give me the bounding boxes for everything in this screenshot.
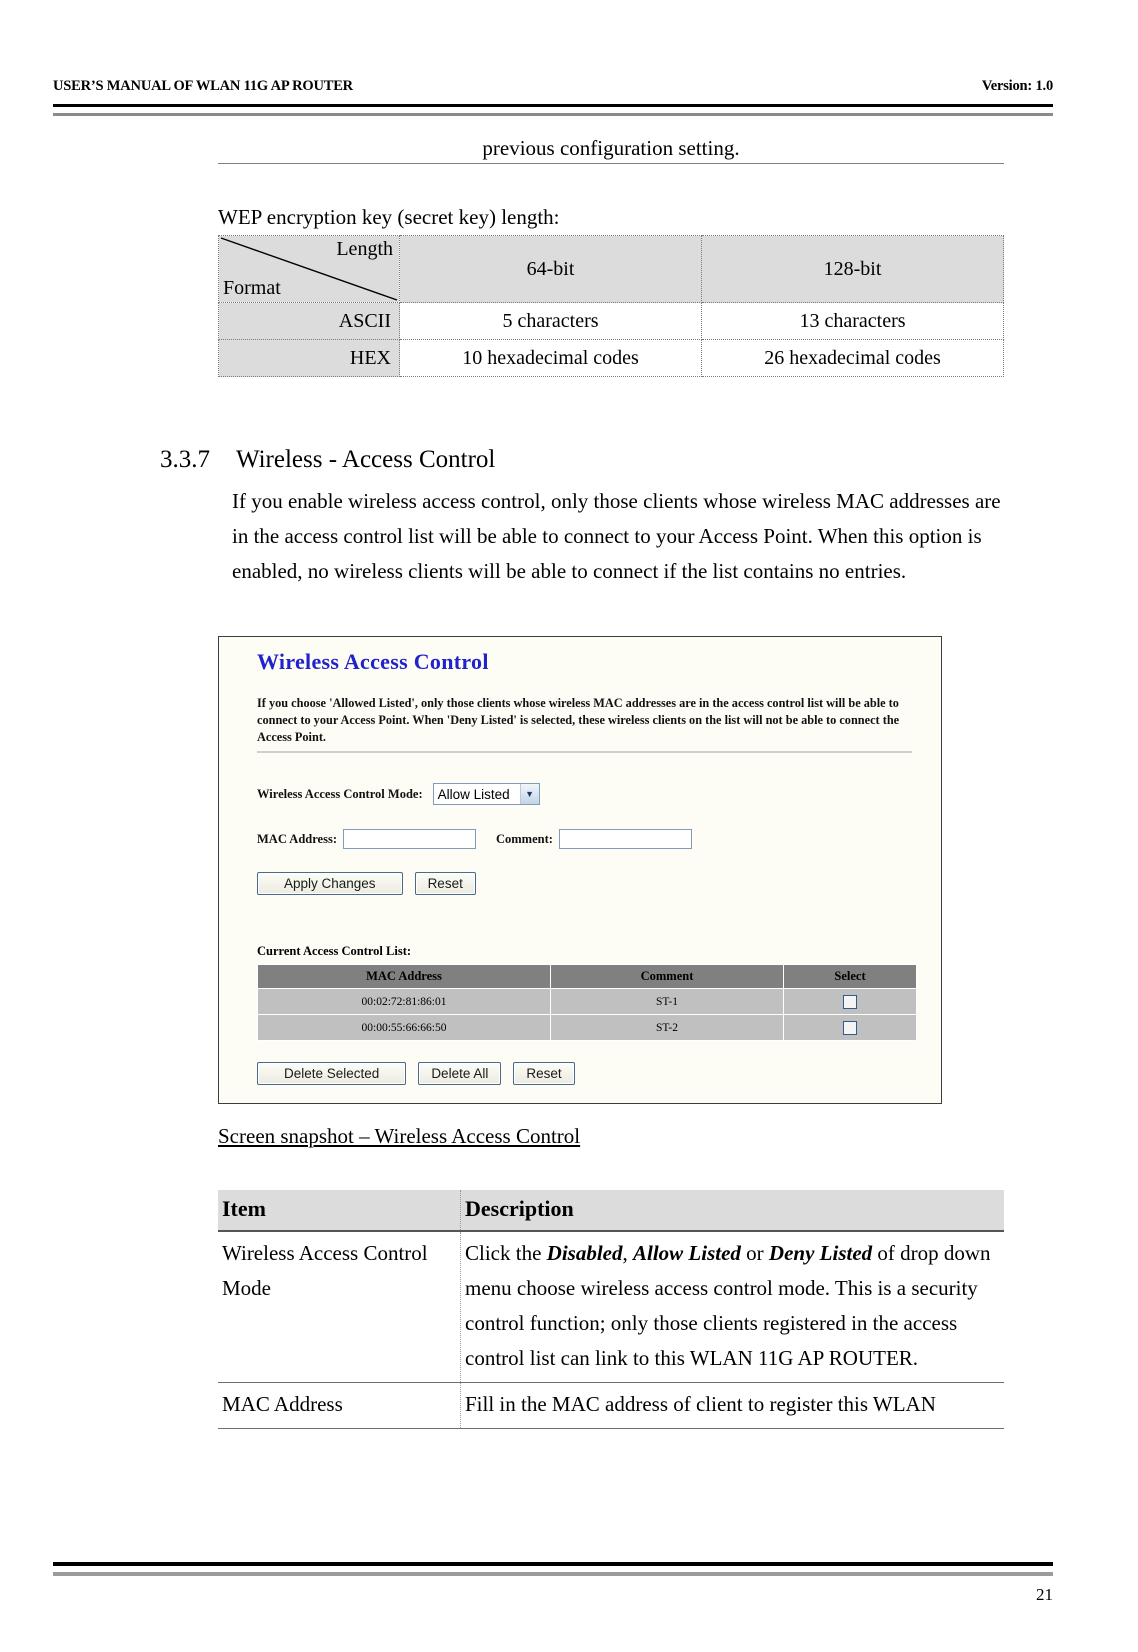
header-divider xyxy=(53,104,1053,116)
access-control-mode-select[interactable]: Allow Listed ▼ xyxy=(432,783,540,805)
row-1-select-checkbox[interactable] xyxy=(843,994,857,1009)
wep-corner-cell: Length Format xyxy=(218,235,400,303)
col-header-mac-address: MAC Address xyxy=(257,964,551,989)
wep-corner-length-label: Length xyxy=(336,238,393,260)
table-header-row: MAC Address Comment Select xyxy=(257,964,917,989)
row-desc-wireless-access-control-mode: Click the Disabled, Allow Listed or Deny… xyxy=(460,1231,1004,1383)
router-screenshot-panel: Wireless Access Control If you choose 'A… xyxy=(218,636,942,1104)
row-2-mac-address: 00:00:55:66:66:50 xyxy=(257,1014,551,1041)
delete-all-button[interactable]: Delete All xyxy=(418,1062,502,1085)
row-1-mac-address: 00:02:72:81:86:01 xyxy=(257,988,551,1015)
wep-hex-64: 10 hexadecimal codes xyxy=(399,339,702,377)
footer-divider xyxy=(53,1562,1053,1576)
wep-col-64bit: 64-bit xyxy=(399,235,702,303)
wep-hex-128: 26 hexadecimal codes xyxy=(701,339,1004,377)
wep-corner-format-label: Format xyxy=(223,277,281,299)
wep-length-table: Length Format 64-bit 128-bit ASCII 5 cha… xyxy=(218,235,1004,377)
comment-label: Comment: xyxy=(495,831,553,846)
screenshot-caption: Screen snapshot – Wireless Access Contro… xyxy=(218,1124,581,1148)
document-page: USER’S MANUAL OF WLAN 11G AP ROUTER Vers… xyxy=(0,0,1138,1652)
row-desc-mac-address: Fill in the MAC address of client to reg… xyxy=(460,1382,1004,1429)
row-item-wireless-access-control-mode: Wireless Access Control Mode xyxy=(218,1231,461,1383)
row-1-select-cell xyxy=(783,988,917,1015)
wep-ascii-64: 5 characters xyxy=(399,302,702,340)
primary-buttons-row: Apply Changes Reset xyxy=(257,872,476,895)
access-control-list-table: MAC Address Comment Select 00:02:72:81:8… xyxy=(257,964,917,1041)
col-header-select: Select xyxy=(783,964,917,989)
access-control-mode-value: Allow Listed xyxy=(437,786,510,802)
mac-address-input[interactable] xyxy=(342,829,476,849)
row-2-select-cell xyxy=(783,1014,917,1041)
row-item-mac-address: MAC Address xyxy=(218,1382,461,1429)
screenshot-divider xyxy=(257,751,912,753)
list-reset-button[interactable]: Reset xyxy=(513,1062,575,1085)
row-1-comment: ST-1 xyxy=(550,988,784,1015)
chevron-down-icon: ▼ xyxy=(519,784,539,804)
screenshot-page-title: Wireless Access Control xyxy=(257,649,489,674)
table-header-row: Item Description xyxy=(218,1190,1004,1232)
row-2-select-checkbox[interactable] xyxy=(843,1020,857,1035)
item-description-table: Item Description Wireless Access Control… xyxy=(218,1190,1004,1429)
wep-row-hex-label: HEX xyxy=(218,339,400,377)
table-row: ASCII 5 characters 13 characters xyxy=(218,302,1004,340)
table-row: 00:00:55:66:66:50 ST-2 xyxy=(257,1014,917,1041)
col-header-item: Item xyxy=(218,1190,461,1232)
current-list-label: Current Access Control List: xyxy=(257,944,412,958)
wep-col-128bit: 128-bit xyxy=(701,235,1004,303)
list-buttons-row: Delete Selected Delete All Reset xyxy=(257,1062,575,1085)
wep-ascii-128: 13 characters xyxy=(701,302,1004,340)
screenshot-description: If you choose 'Allowed Listed', only tho… xyxy=(257,696,900,744)
header-version: Version: 1.0 xyxy=(981,78,1053,94)
delete-selected-button[interactable]: Delete Selected xyxy=(257,1062,407,1085)
continuation-text: previous configuration setting. xyxy=(482,136,740,160)
section-body-text: If you enable wireless access control, o… xyxy=(232,489,1001,583)
comment-input[interactable] xyxy=(558,829,692,849)
row-2-comment: ST-2 xyxy=(550,1014,784,1041)
section-number: 3.3.7 xyxy=(160,446,210,473)
col-header-description: Description xyxy=(460,1190,1004,1232)
wep-row-ascii-label: ASCII xyxy=(218,302,400,340)
continuation-divider xyxy=(218,163,1004,164)
mac-address-label: MAC Address: xyxy=(257,831,337,846)
table-row: Wireless Access Control Mode Click the D… xyxy=(218,1231,1004,1383)
wep-table-label: WEP encryption key (secret key) length: xyxy=(218,205,560,229)
access-control-mode-row: Wireless Access Control Mode: Allow List… xyxy=(257,783,540,805)
section-title: Wireless - Access Control xyxy=(236,446,496,473)
access-control-mode-label: Wireless Access Control Mode: xyxy=(257,786,423,801)
page-number: 21 xyxy=(1036,1585,1053,1604)
col-header-comment: Comment xyxy=(550,964,784,989)
table-row: MAC Address Fill in the MAC address of c… xyxy=(218,1382,1004,1429)
entry-fields-row: MAC Address: Comment: xyxy=(257,829,692,849)
page-header: USER’S MANUAL OF WLAN 11G AP ROUTER Vers… xyxy=(53,78,1053,95)
table-row: 00:02:72:81:86:01 ST-1 xyxy=(257,988,917,1015)
table-row: Length Format 64-bit 128-bit xyxy=(218,235,1004,303)
apply-changes-button[interactable]: Apply Changes xyxy=(257,872,403,895)
header-title: USER’S MANUAL OF WLAN 11G AP ROUTER xyxy=(53,78,353,94)
reset-button[interactable]: Reset xyxy=(414,872,476,895)
table-row: HEX 10 hexadecimal codes 26 hexadecimal … xyxy=(218,339,1004,377)
